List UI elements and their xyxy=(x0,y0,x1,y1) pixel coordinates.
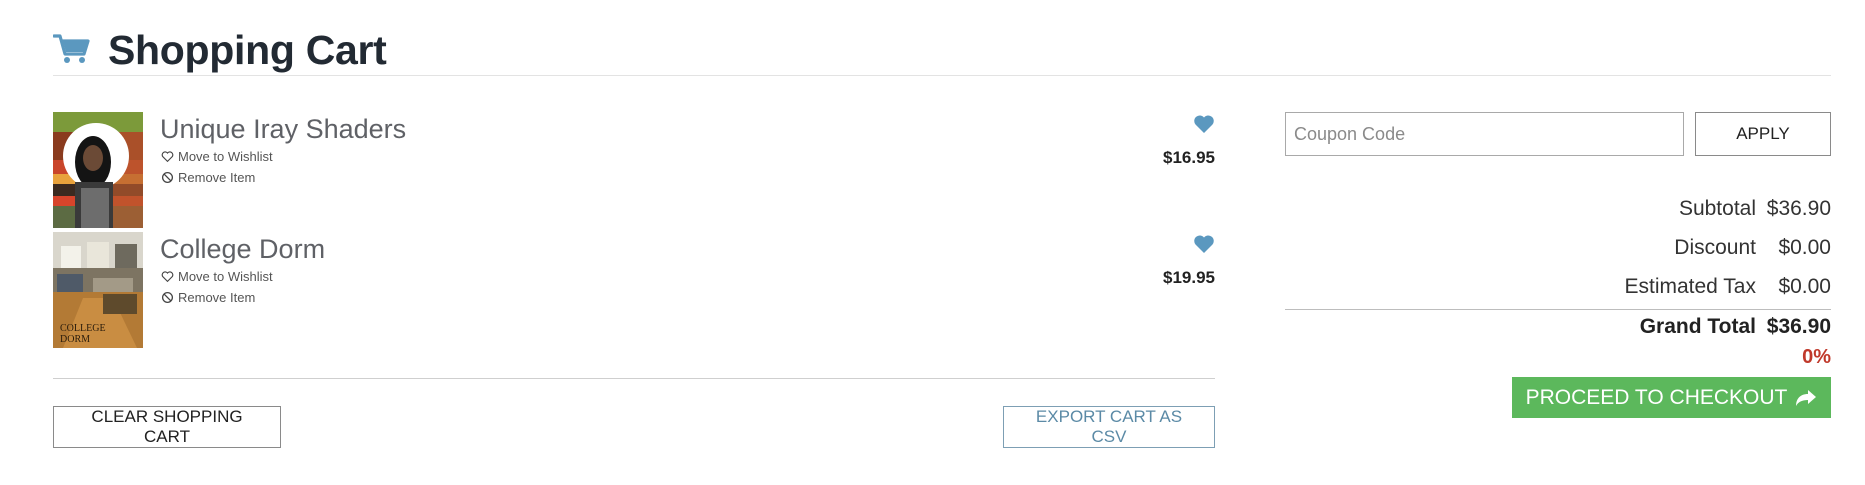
page-title: Shopping Cart xyxy=(108,27,387,73)
apply-coupon-button[interactable]: APPLY xyxy=(1695,112,1831,156)
share-arrow-icon xyxy=(1796,389,1817,406)
heart-icon[interactable] xyxy=(1193,234,1215,254)
remove-item-label: Remove Item xyxy=(178,290,256,305)
product-name[interactable]: College Dorm xyxy=(160,234,325,265)
product-thumbnail[interactable]: COLLEGE DORM xyxy=(53,232,143,348)
cart-item: Unique Iray Shaders Move to Wishlist Rem… xyxy=(53,112,1215,228)
grand-total-value: $36.90 xyxy=(1766,315,1831,338)
page-header: Shopping Cart xyxy=(53,24,1831,76)
cart-item: COLLEGE DORM College Dorm Move to Wishli… xyxy=(53,232,1215,348)
remove-item-link[interactable]: Remove Item xyxy=(161,290,255,305)
proceed-to-checkout-button[interactable]: PROCEED TO CHECKOUT xyxy=(1512,377,1831,418)
estimated-tax-label: Estimated Tax xyxy=(1624,275,1756,298)
shopping-cart-icon xyxy=(53,34,90,63)
discount-row: Discount $0.00 xyxy=(1674,236,1831,260)
heart-icon[interactable] xyxy=(1193,114,1215,134)
subtotal-value: $36.90 xyxy=(1766,197,1831,220)
ban-icon xyxy=(161,291,174,304)
estimated-tax-value: $0.00 xyxy=(1778,275,1831,298)
items-divider xyxy=(53,378,1215,379)
discount-label: Discount xyxy=(1674,236,1756,259)
summary-divider xyxy=(1285,309,1831,310)
thumbnail-caption: COLLEGE DORM xyxy=(60,323,106,345)
export-cart-csv-button[interactable]: EXPORT CART AS CSV xyxy=(1003,406,1215,448)
estimated-tax-row: Estimated Tax $0.00 xyxy=(1624,275,1831,299)
heart-outline-icon xyxy=(161,151,174,163)
item-price: $19.95 xyxy=(1163,268,1215,287)
coupon-code-input[interactable] xyxy=(1285,112,1684,156)
remove-item-link[interactable]: Remove Item xyxy=(161,170,255,185)
remove-item-label: Remove Item xyxy=(178,170,256,185)
item-price: $16.95 xyxy=(1163,148,1215,167)
subtotal-row: Subtotal $36.90 xyxy=(1679,197,1831,221)
checkout-label: PROCEED TO CHECKOUT xyxy=(1525,385,1788,409)
move-to-wishlist-label: Move to Wishlist xyxy=(178,149,273,164)
ban-icon xyxy=(161,171,174,184)
product-name[interactable]: Unique Iray Shaders xyxy=(160,114,406,145)
discount-value: $0.00 xyxy=(1778,236,1831,259)
discount-percent: 0% xyxy=(1802,346,1831,368)
grand-total-row: Grand Total $36.90 xyxy=(1640,315,1831,339)
move-to-wishlist-link[interactable]: Move to Wishlist xyxy=(161,269,273,284)
clear-shopping-cart-button[interactable]: CLEAR SHOPPING CART xyxy=(53,406,281,448)
move-to-wishlist-label: Move to Wishlist xyxy=(178,269,273,284)
subtotal-label: Subtotal xyxy=(1678,197,1756,220)
move-to-wishlist-link[interactable]: Move to Wishlist xyxy=(161,149,273,164)
heart-outline-icon xyxy=(161,271,174,283)
grand-total-label: Grand Total xyxy=(1639,315,1756,338)
product-thumbnail[interactable] xyxy=(53,112,143,228)
